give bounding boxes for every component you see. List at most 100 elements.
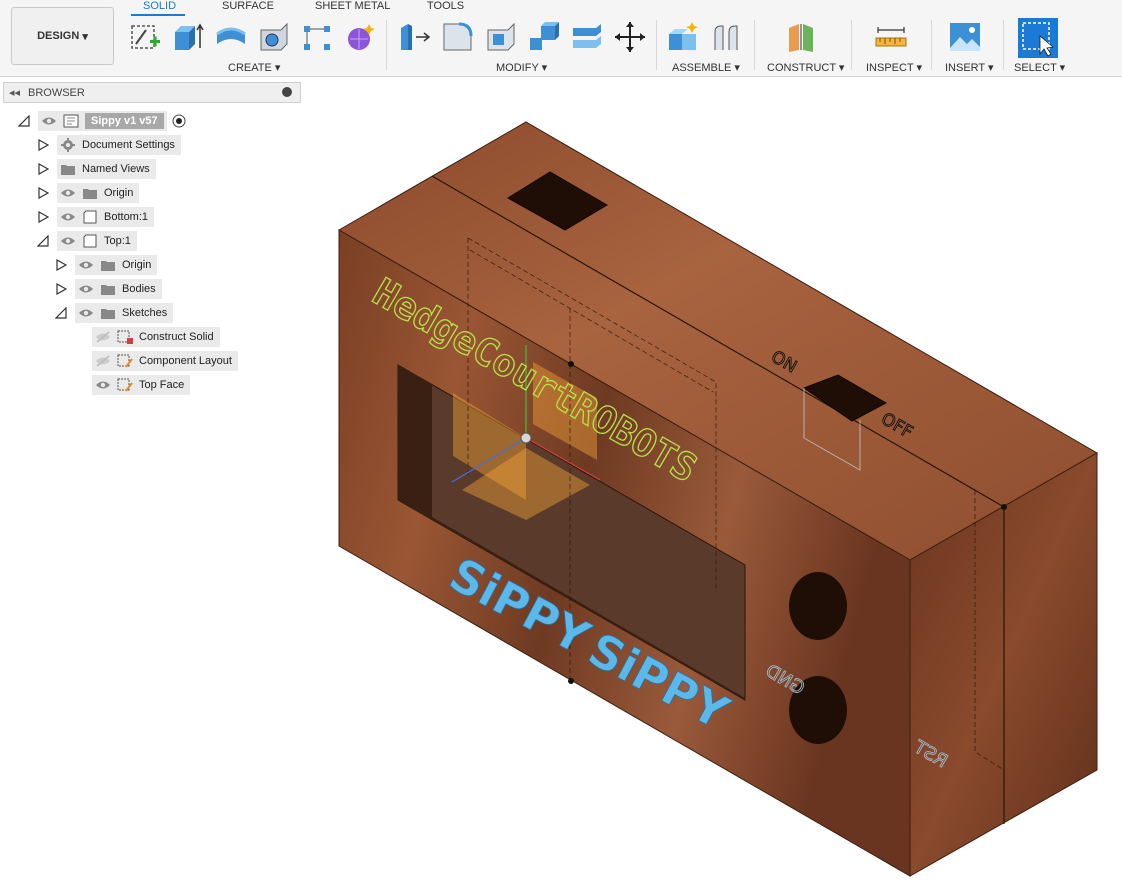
joint-icon[interactable]: [709, 20, 743, 54]
tree-bodies[interactable]: Bodies: [55, 279, 162, 299]
collapsed-triangle-icon[interactable]: [37, 163, 49, 175]
design-workspace-button[interactable]: DESIGN ▾: [11, 7, 114, 65]
collapsed-triangle-icon[interactable]: [37, 187, 49, 199]
folder-icon: [101, 285, 115, 295]
root-item[interactable]: Sippy v1 v57: [38, 111, 167, 131]
tree-top-origin[interactable]: Origin: [55, 255, 158, 275]
select-icon[interactable]: [1018, 18, 1058, 58]
window-inner-shadow: [398, 365, 432, 517]
top-origin-item[interactable]: Origin: [75, 255, 158, 275]
document-settings-item[interactable]: Document Settings: [57, 135, 181, 155]
browser-options-icon[interactable]: [282, 87, 292, 97]
tree-construct-solid[interactable]: Construct Solid: [92, 327, 220, 347]
assemble-menu[interactable]: ASSEMBLE ▾: [672, 61, 740, 74]
gear-icon: [61, 138, 75, 152]
offset-plane-icon[interactable]: [785, 20, 819, 54]
named-views-item[interactable]: Named Views: [57, 159, 156, 179]
tree-origin[interactable]: Origin: [37, 183, 140, 203]
visibility-eye-icon[interactable]: [60, 211, 76, 223]
round-hole-upper[interactable]: [789, 572, 847, 640]
move-copy-icon[interactable]: [613, 20, 647, 54]
sketch-locked-icon: [117, 330, 133, 344]
top-origin-label: Origin: [122, 259, 152, 271]
create-group-label: CREATE: [228, 62, 272, 74]
component-layout-sketch-item[interactable]: Component Layout: [92, 351, 238, 371]
sketches-label: Sketches: [122, 307, 168, 319]
active-radio-icon[interactable]: [172, 114, 186, 128]
folder-icon: [101, 261, 115, 271]
toolbar: DESIGN ▾ SOLID SURFACE SHEET METAL TOOLS…: [0, 0, 1122, 77]
inspect-menu[interactable]: INSPECT ▾: [866, 61, 922, 74]
expanded-triangle-icon[interactable]: [55, 307, 67, 319]
tab-solid[interactable]: SOLID: [143, 0, 176, 12]
vertex-point[interactable]: [1001, 504, 1007, 510]
component-icon: [83, 234, 97, 248]
collapsed-triangle-icon[interactable]: [37, 139, 49, 151]
browser-root-row[interactable]: Sippy v1 v57: [18, 111, 186, 131]
sketches-item[interactable]: Sketches: [75, 303, 174, 323]
tree-sketches[interactable]: Sketches: [55, 303, 174, 323]
visibility-eye-icon[interactable]: [78, 307, 94, 319]
origin-point[interactable]: [520, 432, 532, 444]
top-face-label: Top Face: [139, 379, 185, 391]
bodies-label: Bodies: [122, 283, 156, 295]
expanded-triangle-icon[interactable]: [18, 115, 30, 127]
visibility-eye-icon[interactable]: [41, 115, 57, 127]
component-layout-label: Component Layout: [139, 355, 232, 367]
tree-document-settings[interactable]: Document Settings: [37, 135, 181, 155]
hidden-eye-icon[interactable]: [95, 331, 111, 343]
tree-top-face[interactable]: Top Face: [92, 375, 191, 395]
tree-bottom[interactable]: Bottom:1: [37, 207, 155, 227]
folder-icon: [61, 165, 75, 175]
visibility-eye-icon[interactable]: [60, 187, 76, 199]
create-form-icon[interactable]: [343, 20, 377, 54]
new-component-icon[interactable]: [666, 20, 700, 54]
extrude-icon[interactable]: [171, 20, 205, 54]
tree-component-layout[interactable]: Component Layout: [92, 351, 238, 371]
fillet-icon[interactable]: [441, 20, 475, 54]
select-menu[interactable]: SELECT ▾: [1014, 61, 1065, 74]
visibility-eye-icon[interactable]: [60, 235, 76, 247]
shell-icon[interactable]: [484, 20, 518, 54]
visibility-eye-icon[interactable]: [78, 283, 94, 295]
tab-sheet-metal[interactable]: SHEET METAL: [315, 0, 390, 12]
folder-icon: [101, 309, 115, 319]
vertex-point[interactable]: [568, 361, 574, 367]
top-component-item[interactable]: Top:1: [57, 231, 137, 251]
expanded-triangle-icon[interactable]: [37, 235, 49, 247]
combine-icon[interactable]: [527, 20, 561, 54]
press-pull-icon[interactable]: [398, 20, 432, 54]
hole-icon[interactable]: [257, 20, 291, 54]
collapsed-triangle-icon[interactable]: [37, 211, 49, 223]
construct-menu[interactable]: CONSTRUCT ▾: [767, 61, 844, 74]
bottom-component-item[interactable]: Bottom:1: [57, 207, 155, 227]
component-icon: [83, 210, 97, 224]
modify-menu[interactable]: MODIFY ▾: [496, 61, 547, 74]
hidden-eye-icon[interactable]: [95, 355, 111, 367]
root-label: Sippy v1 v57: [85, 113, 164, 129]
tab-tools[interactable]: TOOLS: [427, 0, 464, 12]
collapse-browser-icon[interactable]: ◂◂: [9, 86, 20, 99]
top-face-sketch-item[interactable]: Top Face: [92, 375, 191, 395]
tab-surface[interactable]: SURFACE: [222, 0, 274, 12]
visibility-eye-icon[interactable]: [78, 259, 94, 271]
collapsed-triangle-icon[interactable]: [55, 259, 67, 271]
bodies-item[interactable]: Bodies: [75, 279, 162, 299]
vertex-point[interactable]: [568, 678, 574, 684]
pattern-icon[interactable]: [300, 20, 334, 54]
sketch-icon: [117, 354, 133, 368]
tree-top[interactable]: Top:1: [37, 231, 137, 251]
origin-item[interactable]: Origin: [57, 183, 140, 203]
insert-menu[interactable]: INSERT ▾: [945, 61, 994, 74]
revolve-icon[interactable]: [214, 20, 248, 54]
create-sketch-icon[interactable]: [128, 20, 162, 54]
model-viewport[interactable]: HedgeCourtROBOTS SiPPY SiPPY ON OFF GND …: [300, 80, 1122, 888]
tree-named-views[interactable]: Named Views: [37, 159, 156, 179]
construct-solid-sketch-item[interactable]: Construct Solid: [92, 327, 220, 347]
measure-icon[interactable]: [874, 20, 908, 54]
offset-face-icon[interactable]: [570, 20, 604, 54]
visibility-eye-icon[interactable]: [95, 379, 111, 391]
create-menu[interactable]: CREATE ▾: [228, 61, 280, 74]
collapsed-triangle-icon[interactable]: [55, 283, 67, 295]
insert-image-icon[interactable]: [948, 20, 982, 54]
